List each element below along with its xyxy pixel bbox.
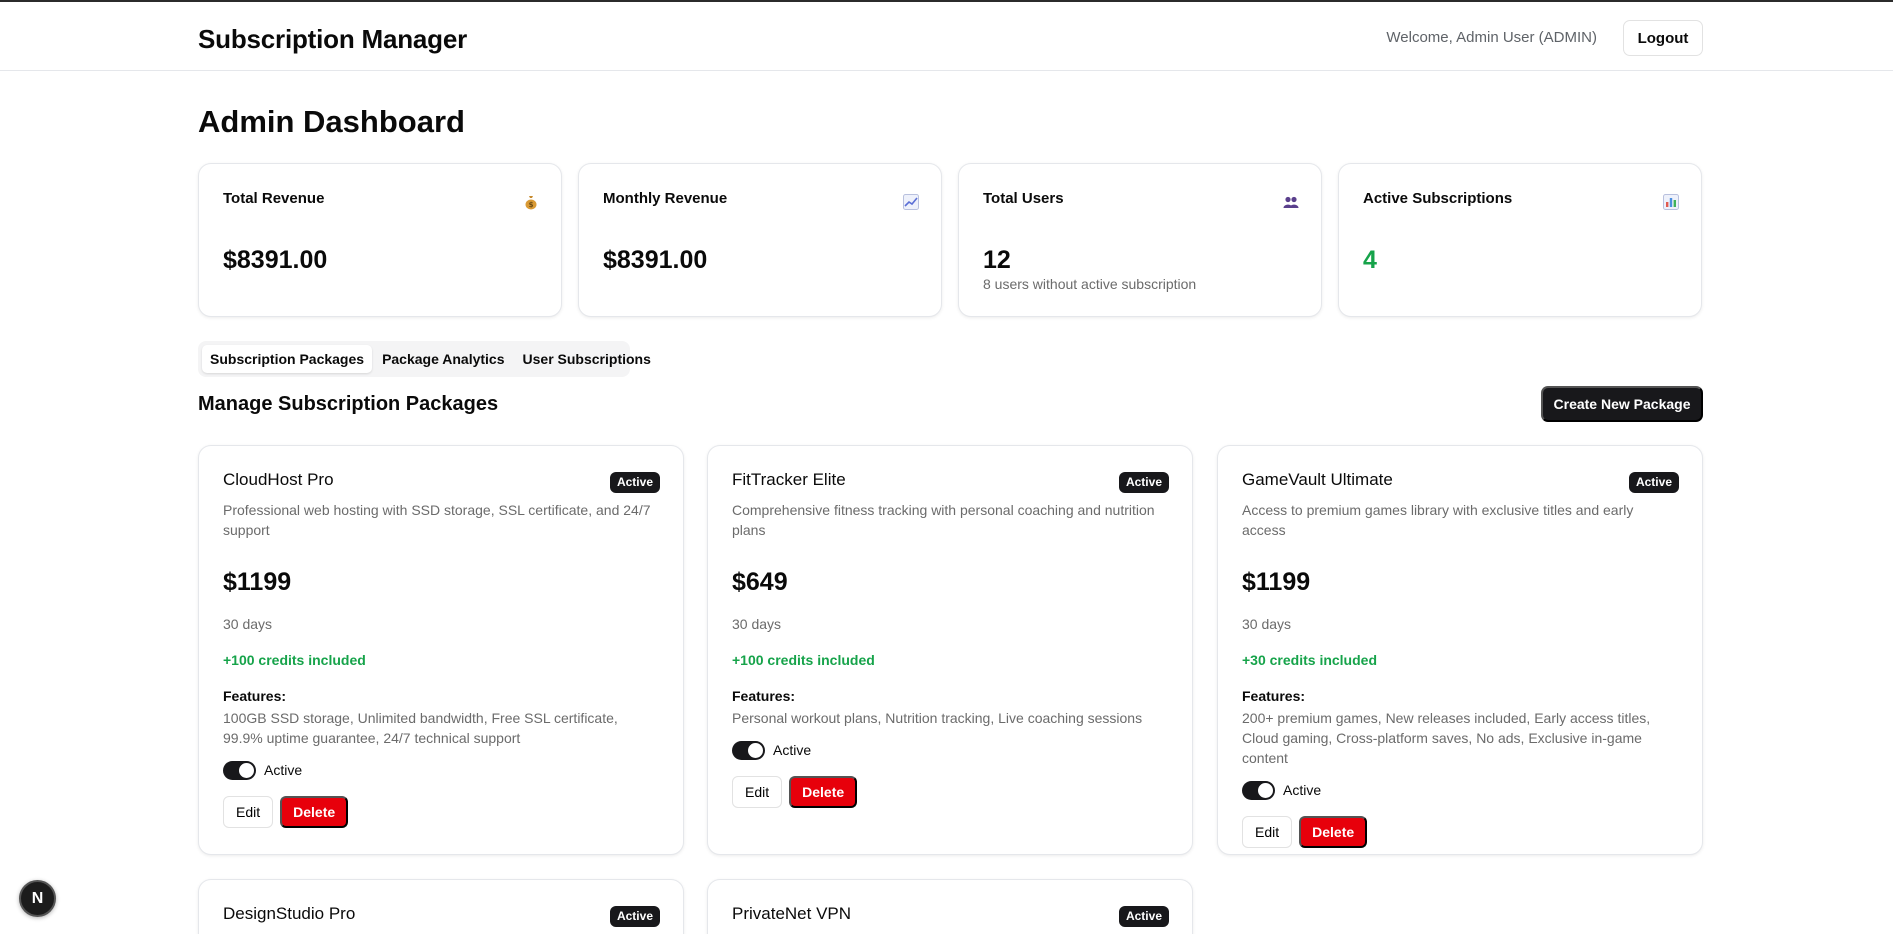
svg-text:$: $ — [529, 201, 534, 209]
edit-button[interactable]: Edit — [732, 776, 783, 808]
active-toggle[interactable] — [1242, 780, 1275, 800]
edit-button[interactable]: Edit — [223, 796, 274, 828]
card-actions: Edit Delete — [732, 776, 1168, 808]
stat-value: 4 — [1363, 246, 1377, 274]
delete-button[interactable]: Delete — [280, 796, 349, 828]
delete-button[interactable]: Delete — [1299, 816, 1368, 848]
chart-increasing-icon — [903, 194, 919, 210]
features-text: Personal workout plans, Nutrition tracki… — [732, 710, 1143, 726]
package-duration: 30 days — [223, 616, 273, 632]
active-toggle-row: Active — [732, 740, 1168, 760]
package-price: $649 — [732, 568, 788, 596]
app-title: Subscription Manager — [198, 24, 468, 54]
delete-button[interactable]: Delete — [789, 776, 858, 808]
stat-card-total-revenue: Total Revenue $ $8391.00 — [198, 163, 562, 317]
section-title: Manage Subscription Packages — [198, 393, 499, 415]
active-toggle-row: Active — [223, 760, 659, 780]
stat-value: $8391.00 — [223, 246, 328, 274]
package-name: PrivateNet VPN — [732, 904, 852, 923]
stat-label: Active Subscriptions — [1363, 190, 1513, 207]
page-title: Admin Dashboard — [198, 104, 465, 139]
stat-card-monthly-revenue: Monthly Revenue $8391.00 — [578, 163, 942, 317]
toggle-label: Active — [773, 742, 812, 758]
package-name: FitTracker Elite — [732, 470, 846, 489]
card-actions: Edit Delete — [223, 796, 659, 828]
stat-card-total-users: Total Users 12 8 users without active su… — [958, 163, 1322, 317]
users-icon — [1283, 196, 1299, 208]
package-price: $1199 — [1242, 568, 1311, 596]
card-actions: Edit Delete — [1242, 816, 1678, 848]
package-duration: 30 days — [1242, 616, 1292, 632]
status-badge: Active — [609, 906, 660, 927]
package-description: Professional web hosting with SSD storag… — [223, 502, 651, 538]
active-toggle-row: Active — [1242, 780, 1678, 800]
package-credits: +100 credits included — [223, 652, 366, 668]
package-description: Comprehensive fitness tracking with pers… — [732, 502, 1155, 538]
package-credits: +30 credits included — [1242, 652, 1377, 668]
active-toggle[interactable] — [732, 740, 765, 760]
status-badge: Active — [1118, 472, 1169, 493]
package-card-fittracker-elite: FitTracker Elite Active Comprehensive fi… — [707, 445, 1193, 855]
features-text: 100GB SSD storage, Unlimited bandwidth, … — [223, 710, 618, 746]
stat-label: Monthly Revenue — [603, 190, 728, 207]
toggle-label: Active — [1283, 782, 1322, 798]
package-credits: +100 credits included — [732, 652, 875, 668]
package-card-gamevault-ultimate: GameVault Ultimate Active Access to prem… — [1217, 445, 1703, 855]
package-card-designstudio-pro: DesignStudio Pro Active — [198, 879, 684, 934]
bar-chart-icon — [1663, 194, 1679, 210]
status-badge: Active — [1628, 472, 1679, 493]
package-name: GameVault Ultimate — [1242, 470, 1393, 489]
tab-subscription-packages[interactable]: Subscription Packages — [202, 345, 373, 373]
package-description: Access to premium games library with exc… — [1242, 502, 1634, 538]
stat-label: Total Users — [983, 190, 1064, 207]
package-card-cloudhost-pro: CloudHost Pro Active Professional web ho… — [198, 445, 684, 855]
welcome-text: Welcome, Admin User (ADMIN) — [1386, 29, 1597, 46]
package-card-privatenet-vpn: PrivateNet VPN Active — [707, 879, 1193, 934]
create-package-button[interactable]: Create New Package — [1541, 386, 1703, 422]
package-duration: 30 days — [732, 616, 782, 632]
tab-user-subscriptions[interactable]: User Subscriptions — [515, 345, 659, 373]
status-badge: Active — [1118, 906, 1169, 927]
stat-label: Total Revenue — [223, 190, 325, 207]
toggle-label: Active — [264, 762, 303, 778]
tab-package-analytics[interactable]: Package Analytics — [374, 345, 512, 373]
package-name: CloudHost Pro — [223, 470, 334, 489]
features-label: Features: — [1242, 688, 1306, 704]
stat-subtext: 8 users without active subscription — [983, 276, 1197, 292]
top-header: Subscription Manager Welcome, Admin User… — [0, 2, 1893, 71]
money-bag-icon: $ — [525, 196, 537, 210]
features-text: 200+ premium games, New releases include… — [1242, 710, 1651, 766]
logout-button[interactable]: Logout — [1623, 20, 1703, 56]
edit-button[interactable]: Edit — [1242, 816, 1293, 848]
package-name: DesignStudio Pro — [223, 904, 356, 923]
features-label: Features: — [732, 688, 796, 704]
features-label: Features: — [223, 688, 287, 704]
tab-list: Subscription Packages Package Analytics … — [198, 341, 651, 377]
stat-value: $8391.00 — [603, 246, 708, 274]
status-badge: Active — [609, 472, 660, 493]
active-toggle[interactable] — [223, 760, 256, 780]
nextjs-devtools-button[interactable]: N — [19, 880, 56, 917]
package-price: $1199 — [223, 568, 292, 596]
stat-value: 12 — [983, 246, 1011, 274]
stat-card-active-subscriptions: Active Subscriptions 4 — [1338, 163, 1702, 317]
